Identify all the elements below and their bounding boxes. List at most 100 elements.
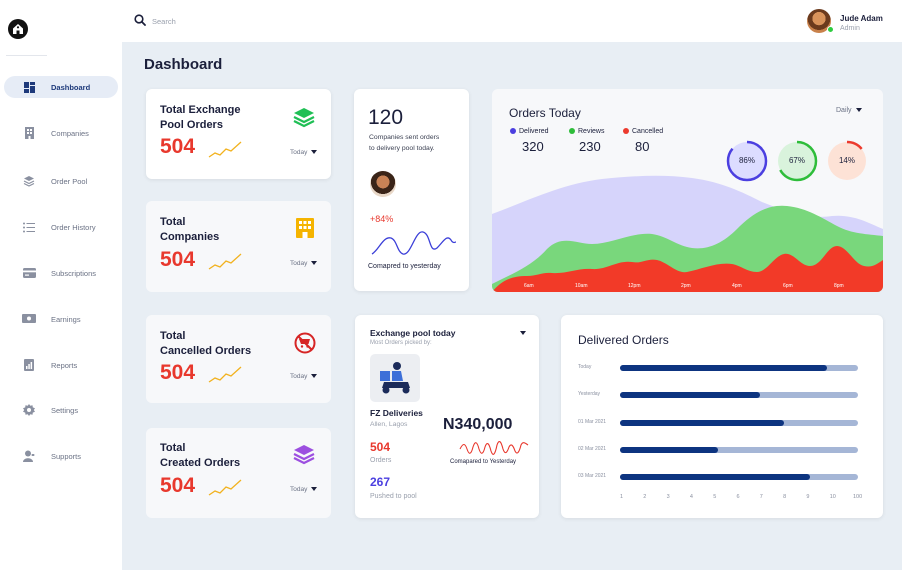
amount-compare-text: Comapared to Yesterday <box>450 459 517 465</box>
bar-label: Today <box>578 364 592 370</box>
legend-dot <box>569 128 575 135</box>
bar-label: Yesterday <box>578 391 601 398</box>
company-name: FZ Deliveries <box>370 408 423 418</box>
bar-track <box>620 419 858 426</box>
sidebar-item-label: Order History <box>51 222 96 232</box>
trend-sparkline-icon <box>208 479 242 496</box>
delivered-orders-card: Delivered Orders Today Yesterday 01 Mar 20… <box>561 315 883 518</box>
time-label: 12pm <box>628 283 641 289</box>
compared-text: Comapred to yesterday <box>368 263 441 270</box>
stat-value: 504 <box>160 248 196 271</box>
sidebar-item-reports[interactable]: Reports <box>4 354 118 376</box>
sidebar-item-dashboard[interactable]: Dashboard <box>4 76 118 98</box>
trend-sparkline-icon <box>208 366 242 383</box>
sidebar-item-label: Settings <box>51 405 79 415</box>
caret-down-icon <box>311 150 318 155</box>
home-logo-icon[interactable] <box>8 19 28 39</box>
layers-icon <box>22 174 36 188</box>
delivery-image <box>370 354 420 402</box>
sidebar-item-companies[interactable]: Companies <box>4 122 118 144</box>
sidebar-item-subscriptions[interactable]: Subscriptions <box>4 262 118 284</box>
company-location: Allen, Lagos <box>370 421 408 428</box>
bar-fill <box>620 446 718 453</box>
delivered-orders-title: Delivered Orders <box>578 333 669 347</box>
sidebar-item-earnings[interactable]: Earnings <box>4 308 118 330</box>
exchange-amount: N340,000 <box>443 416 513 433</box>
companies-trend-line <box>371 231 457 255</box>
trend-sparkline-icon <box>208 141 242 158</box>
ring-reviews-label: 67% <box>788 156 805 165</box>
stat-card-created: Total Created Orders 504 Today <box>146 428 331 518</box>
legend-cancelled: Cancelled <box>623 128 663 135</box>
time-label: 10am <box>575 283 588 289</box>
sidebar-item-label: Dashboard <box>51 82 91 92</box>
caret-down-icon <box>855 108 862 113</box>
company-avatar[interactable] <box>370 171 396 197</box>
sidebar-item-supports[interactable]: Supports <box>4 445 118 467</box>
gear-icon <box>22 403 36 417</box>
bar-fill <box>620 365 828 371</box>
sidebar-item-settings[interactable]: Settings <box>4 399 118 421</box>
sidebar-item-label: Companies <box>51 128 89 138</box>
axis-tick: 3 <box>666 494 670 500</box>
building-icon <box>22 126 36 140</box>
bar-label: 01 Mar 2021 <box>578 418 607 425</box>
user-role: Admin <box>840 25 860 32</box>
period-dropdown[interactable]: Today <box>290 373 318 380</box>
orders-label: Orders <box>370 457 392 464</box>
exchange-pool-dropdown-icon[interactable] <box>520 331 526 335</box>
period-dropdown[interactable]: Today <box>290 486 318 493</box>
exchange-pool-title: Exchange pool today <box>370 328 456 338</box>
stat-title: Total Created Orders <box>160 442 241 469</box>
report-icon <box>22 358 36 372</box>
legend-dot <box>510 128 516 135</box>
sidebar-item-order-pool[interactable]: Order Pool <box>4 170 118 192</box>
cancelled-cart-icon <box>294 332 316 354</box>
orders-today-title: Orders Today <box>509 106 581 120</box>
orders-today-card: Orders Today Daily Delivered 320 Reviews… <box>492 89 883 292</box>
axis-tick: 100 <box>853 494 863 500</box>
time-label: 2pm <box>681 283 691 289</box>
support-icon <box>22 449 36 463</box>
time-label: 6am <box>524 283 534 289</box>
caret-down-icon <box>311 261 318 266</box>
sidebar-item-label: Earnings <box>51 314 81 324</box>
stat-value: 504 <box>160 474 196 497</box>
sidebar-item-label: Supports <box>51 451 82 461</box>
sidebar-item-order-history[interactable]: Order History <box>4 216 118 238</box>
daily-dropdown[interactable]: Daily <box>836 107 862 114</box>
search-icon[interactable] <box>134 14 146 26</box>
sidebar: Dashboard Companies Order Pool Order His… <box>0 0 122 570</box>
money-icon <box>22 312 36 326</box>
sidebar-item-label: Order Pool <box>51 176 88 186</box>
building-yellow-icon <box>296 218 314 238</box>
online-status-dot <box>827 26 834 33</box>
search-input[interactable] <box>152 14 352 28</box>
stat-card-companies: Total Companies 504 Today <box>146 201 331 292</box>
legend-dot <box>623 128 629 135</box>
top-bar: Jude Adam Admin <box>122 0 902 42</box>
caret-down-icon <box>311 487 318 492</box>
axis-tick: 1 <box>620 494 624 500</box>
axis-tick: 7 <box>759 494 763 500</box>
axis-tick: 10 <box>829 494 836 500</box>
caret-down-icon <box>311 374 318 379</box>
time-label: 4pm <box>732 283 742 289</box>
pushed-label: Pushed to pool <box>370 493 417 500</box>
period-dropdown[interactable]: Today <box>290 260 318 267</box>
orders-area-chart <box>492 175 883 292</box>
legend-delivered-value: 320 <box>522 139 544 154</box>
companies-sent-card: 120 Companies sent orders to delivery poo… <box>354 89 469 291</box>
stat-value: 504 <box>160 361 196 384</box>
period-dropdown[interactable]: Today <box>290 149 318 156</box>
exchange-pool-subtitle: Most Orders picked by: <box>370 340 432 346</box>
stat-title: Total Cancelled Orders <box>160 330 252 357</box>
card-icon <box>22 266 36 280</box>
time-label: 6pm <box>783 283 793 289</box>
stack-green-icon <box>293 108 315 128</box>
legend-cancelled-value: 80 <box>635 139 650 154</box>
axis-tick: 8 <box>783 494 787 500</box>
axis-tick: 5 <box>713 494 717 500</box>
stack-purple-icon <box>293 445 315 465</box>
bar-fill <box>620 474 811 481</box>
